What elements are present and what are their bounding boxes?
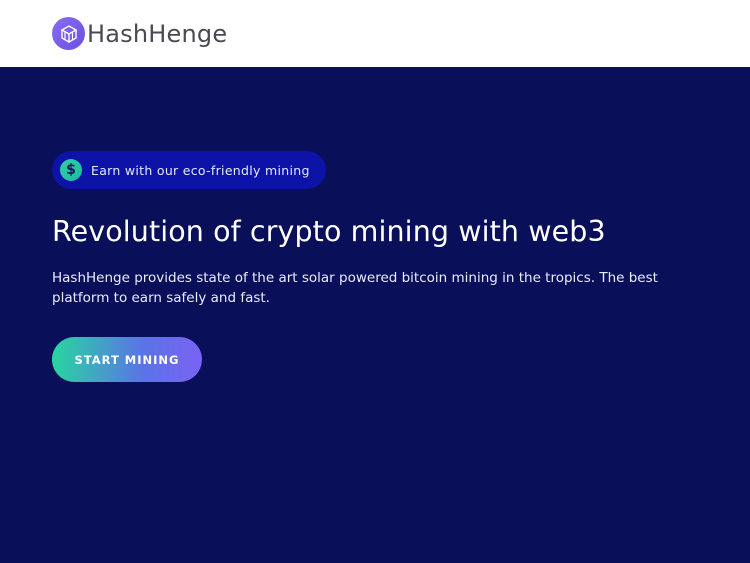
dollar-icon: $ bbox=[60, 159, 82, 181]
cube-stack-icon bbox=[52, 17, 85, 50]
hero-section: $ Earn with our eco-friendly mining Revo… bbox=[0, 67, 750, 563]
hero-description: HashHenge provides state of the art sola… bbox=[52, 270, 658, 306]
badge-text: Earn with our eco-friendly mining bbox=[91, 162, 310, 178]
brand-logo-link[interactable]: HashHenge bbox=[52, 17, 227, 50]
brand-name: HashHenge bbox=[87, 19, 228, 48]
start-mining-button[interactable]: START MINING bbox=[52, 337, 202, 382]
site-header: HashHenge bbox=[0, 0, 750, 67]
eco-mining-badge: $ Earn with our eco-friendly mining bbox=[52, 151, 326, 189]
hero-title: Revolution of crypto mining with web3 bbox=[52, 215, 606, 248]
